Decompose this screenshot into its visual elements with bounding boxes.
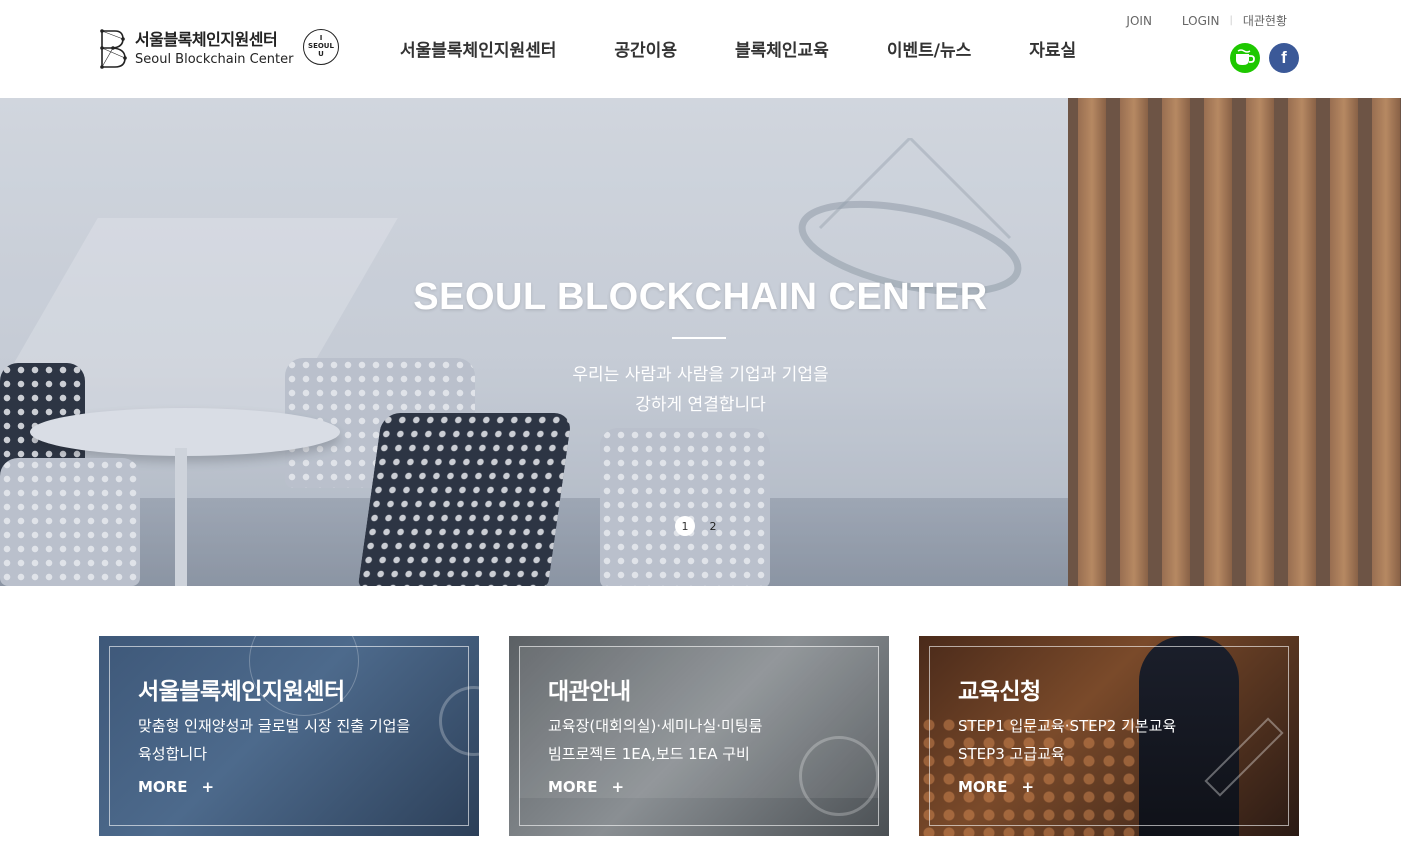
card-description: 맞춤형 인재양성과 글로벌 시장 진출 기업을 육성합니다: [138, 712, 410, 768]
sns-links: f: [1221, 43, 1299, 73]
nav-item-education[interactable]: 블록체인교육: [735, 36, 829, 61]
util-separator: |: [1229, 15, 1233, 26]
blockchain-b-logo-icon: [100, 29, 127, 69]
facebook-button[interactable]: f: [1269, 43, 1299, 73]
cafe-cup-icon: [1236, 49, 1255, 65]
nav-item-center[interactable]: 서울블록체인지원센터: [400, 36, 556, 61]
plus-icon: +: [1021, 778, 1035, 796]
hero-banner: SEOUL BLOCKCHAIN CENTER 우리는 사람과 사람을 기업과 …: [0, 98, 1401, 586]
hero-divider: [672, 337, 726, 339]
logo-title-ko: 서울블록체인지원센터: [135, 30, 278, 50]
pager-button-2[interactable]: 2: [703, 516, 723, 536]
site-logo[interactable]: 서울블록체인지원센터 Seoul Blockchain Center I SEO…: [99, 27, 341, 71]
nav-item-events-news[interactable]: 이벤트/뉴스: [887, 36, 971, 61]
cafe-button[interactable]: [1230, 43, 1260, 73]
hero-overlay: [0, 98, 1401, 586]
more-label: MORE: [958, 778, 1008, 796]
nav-item-space[interactable]: 공간이용: [614, 36, 677, 61]
card-desc-line1: STEP1 입문교육·STEP2 기본교육: [958, 717, 1177, 735]
more-label: MORE: [138, 778, 188, 796]
card-description: STEP1 입문교육·STEP2 기본교육 STEP3 고급교육: [958, 712, 1176, 768]
card-center[interactable]: 서울블록체인지원센터 맞춤형 인재양성과 글로벌 시장 진출 기업을 육성합니다…: [99, 636, 479, 836]
card-more-link[interactable]: MORE +: [138, 778, 214, 796]
i-seoul-u-badge: I SEOUL U: [303, 29, 339, 65]
logo-title-en: Seoul Blockchain Center: [135, 52, 294, 68]
hero-subtitle: 우리는 사람과 사람을 기업과 기업을 강하게 연결합니다: [0, 360, 1401, 420]
card-description: 교육장(대회의실)·세미나실·미팅룸 빔프로젝트 1EA,보드 1EA 구비: [548, 712, 762, 768]
hero-subtitle-line2: 강하게 연결합니다: [635, 395, 766, 415]
card-more-link[interactable]: MORE +: [958, 778, 1034, 796]
card-desc-line1: 맞춤형 인재양성과 글로벌 시장 진출 기업을: [138, 717, 411, 735]
card-desc-line2: 빔프로젝트 1EA,보드 1EA 구비: [548, 745, 750, 763]
card-desc-line2: STEP3 고급교육: [958, 745, 1065, 763]
nav-item-archive[interactable]: 자료실: [1029, 36, 1076, 61]
seoul-badge-bottom: U: [318, 49, 324, 58]
plus-icon: +: [611, 778, 625, 796]
card-rental[interactable]: 대관안내 교육장(대회의실)·세미나실·미팅룸 빔프로젝트 1EA,보드 1EA…: [509, 636, 889, 836]
hero-title: SEOUL BLOCKCHAIN CENTER: [413, 276, 988, 318]
main-nav: 서울블록체인지원센터 공간이용 블록체인교육 이벤트/뉴스 자료실: [400, 36, 1134, 61]
login-link[interactable]: LOGIN: [1182, 14, 1220, 28]
hero-pager: 1 2: [675, 516, 731, 536]
card-desc-line2: 육성합니다: [138, 745, 208, 763]
card-title: 대관안내: [548, 679, 631, 705]
rental-status-link[interactable]: 대관현황: [1243, 12, 1287, 29]
plus-icon: +: [201, 778, 215, 796]
utility-links: JOIN LOGIN | 대관현황: [1126, 12, 1287, 29]
card-title: 서울블록체인지원센터: [138, 679, 345, 705]
join-link[interactable]: JOIN: [1126, 14, 1152, 28]
facebook-icon: f: [1281, 48, 1287, 67]
card-desc-line1: 교육장(대회의실)·세미나실·미팅룸: [548, 717, 763, 735]
more-label: MORE: [548, 778, 598, 796]
logo-text: 서울블록체인지원센터 Seoul Blockchain Center: [135, 30, 293, 68]
quick-cards: 서울블록체인지원센터 맞춤형 인재양성과 글로벌 시장 진출 기업을 육성합니다…: [99, 636, 1299, 836]
pager-button-1[interactable]: 1: [675, 516, 695, 536]
card-education[interactable]: 교육신청 STEP1 입문교육·STEP2 기본교육 STEP3 고급교육 MO…: [919, 636, 1299, 836]
card-more-link[interactable]: MORE +: [548, 778, 624, 796]
site-header: 서울블록체인지원센터 Seoul Blockchain Center I SEO…: [0, 0, 1401, 98]
hero-subtitle-line1: 우리는 사람과 사람을 기업과 기업을: [572, 365, 829, 385]
card-title: 교육신청: [958, 679, 1041, 705]
